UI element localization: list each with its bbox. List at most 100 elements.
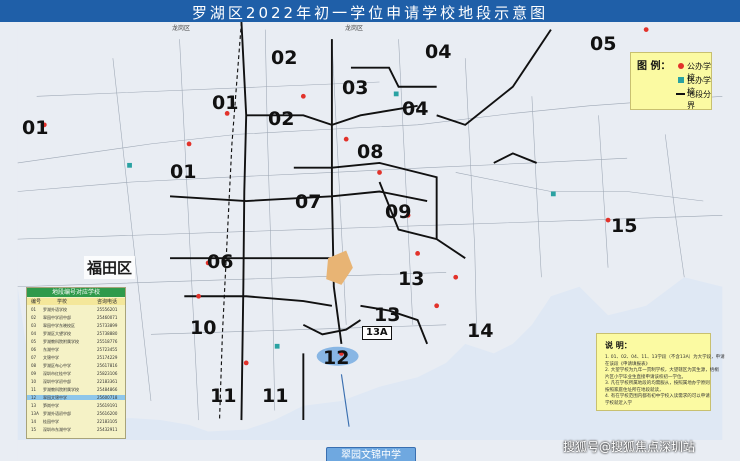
legend-title: 图 例： (637, 61, 671, 72)
table-cell: 罗湖教科院附属学校 (43, 387, 79, 392)
table-row: 12 翠园文锦中学 25600718 (27, 395, 125, 400)
table-cell: 12 (31, 395, 37, 400)
note-line: 2. 大望学校为九年一贯制学校，大望辖区为其生源，梧桐 (605, 368, 719, 373)
table-cell: 翠园中学初中部 (43, 315, 71, 320)
table-cell: 翠园文锦中学 (43, 395, 67, 400)
table-cell: 25616200 (97, 411, 118, 416)
table-cell: 14 (31, 419, 37, 424)
note-line: 3. 凡在学校所属地段的均需服从，按照属地办学原则 (605, 381, 710, 386)
table-row: 08 罗湖区布心中学 25617816 (27, 363, 125, 368)
notes-panel: 说 明： 1. 01、02、04、11、13学段（不含13A）为大学段，申请 在该… (596, 333, 725, 411)
table-cell: 11 (31, 387, 37, 392)
table-row: 13 笋岗中学 25619191 (27, 403, 125, 408)
district-label-13-b: 13 (374, 304, 401, 326)
table-cell: 22183361 (97, 379, 118, 384)
table-cell: 03 (31, 323, 37, 328)
table-cell: 深圳市东湖中学 (43, 427, 71, 432)
table-cell: 罗湖教科院附属学校 (43, 339, 79, 344)
watermark-text: 搜狐号@搜狐焦点深圳站 (563, 440, 696, 454)
table-cell: 罗湖区大望学校 (43, 331, 71, 336)
district-label-14: 14 (467, 320, 494, 342)
district-label-06: 06 (207, 251, 234, 273)
table-cell: 15 (31, 427, 37, 432)
table-cell: 25733899 (97, 323, 118, 328)
table-cell: 25518776 (97, 339, 118, 344)
table-cell: 笋岗中学 (43, 403, 59, 408)
map-page: 罗湖区2022年初一学位申请学校地段示意图 01 01 01 02 02 03 … (0, 0, 740, 461)
district-label-10: 10 (190, 317, 217, 339)
table-cell: 10 (31, 379, 37, 384)
note-line: 学校就近入学 (605, 400, 632, 406)
table-cell: 25823106 (97, 371, 118, 376)
district-label-09: 09 (385, 201, 412, 223)
map-legend: 图 例： 公办学校 民办学校 地段分界 (630, 52, 712, 110)
note-line: 在该段《申请填报表》 (605, 361, 650, 367)
table-cell: 25484866 (97, 387, 118, 392)
district-label-05: 05 (590, 33, 617, 55)
table-cell: 深圳中学初中部 (43, 379, 71, 384)
legend-item-boundary: 地段分界 (676, 89, 711, 111)
table-row: 10 深圳中学初中部 22183361 (27, 379, 125, 384)
table-cell: 02 (31, 315, 37, 320)
table-cell: 罗湖区布心中学 (43, 363, 71, 368)
district-label-01-c: 01 (170, 161, 197, 183)
district-label-01-b: 01 (212, 92, 239, 114)
note-line: 按照家庭住址所在地段就读， (605, 387, 664, 393)
district-label-13a: 13A (362, 326, 392, 340)
district-label-15: 15 (611, 215, 638, 237)
table-row: 03 翠园中学东晓校区 25733899 (27, 323, 125, 328)
highlighted-school-label: 翠园文锦中学 (326, 447, 416, 461)
table-cell: 25619191 (97, 403, 118, 408)
table-title: 地段编号对应学校 (27, 288, 125, 297)
note-line: 片区小学毕业生直接申请该校初一学位。 (605, 374, 686, 380)
table-cell: 22183105 (97, 419, 118, 424)
district-label-11-a: 11 (210, 385, 237, 407)
table-cell: 罗湖外语学校 (43, 307, 67, 312)
table-cell: 25432911 (97, 427, 118, 432)
teal-square-icon (678, 77, 684, 83)
table-cell: 25556201 (97, 307, 118, 312)
table-row: 15 深圳市东湖中学 25432911 (27, 427, 125, 432)
table-row: 09 深圳市红桂中学 25823106 (27, 371, 125, 376)
table-cell: 25174229 (97, 355, 118, 360)
note-line: 1. 01、02、04、11、13学段（不含13A）为大学段，申请 (605, 355, 725, 360)
table-cell: 07 (31, 355, 37, 360)
district-label-07: 07 (295, 191, 322, 213)
district-label-12: 12 (323, 347, 350, 369)
table-cell: 桂园中学 (43, 419, 59, 424)
table-row: 13A 罗湖外语初中部 25616200 (27, 411, 125, 416)
table-cell: 04 (31, 331, 37, 336)
table-cell: 06 (31, 347, 37, 352)
table-cell: 25460071 (97, 315, 118, 320)
table-cell: 翠园中学东晓校区 (43, 323, 75, 328)
black-line-icon (676, 93, 685, 95)
district-label-11-b: 11 (262, 385, 289, 407)
school-table: 地段编号对应学校 编号 学校 咨询电话 01 罗湖外语学校 25556201 02 翠园… (26, 287, 126, 439)
table-row: 06 东湖中学 25723455 (27, 347, 125, 352)
note-line: 4. 有在学校范围内都有初中学校入读需求的可以申请 (605, 394, 710, 399)
table-cell: 09 (31, 371, 37, 376)
table-cell: 25723455 (97, 347, 118, 352)
table-header: 编号 学校 咨询电话 (27, 298, 125, 305)
table-cell: 罗湖外语初中部 (43, 411, 71, 416)
table-cell: 文锦中学 (43, 355, 59, 360)
table-cell: 深圳市红桂中学 (43, 371, 71, 376)
district-label-02-b: 02 (268, 108, 295, 130)
table-row: 07 文锦中学 25174229 (27, 355, 125, 360)
table-row: 04 罗湖区大望学校 25738880 (27, 331, 125, 336)
district-label-08: 08 (357, 141, 384, 163)
table-cell: 东湖中学 (43, 347, 59, 352)
table-row: 14 桂园中学 22183105 (27, 419, 125, 424)
table-cell: 13A (31, 411, 39, 416)
table-row: 01 罗湖外语学校 25556201 (27, 307, 125, 312)
table-row: 05 罗湖教科院附属学校 25518776 (27, 339, 125, 344)
page-title: 罗湖区2022年初一学位申请学校地段示意图 (191, 4, 549, 22)
table-cell: 25617816 (97, 363, 118, 368)
table-row: 02 翠园中学初中部 25460071 (27, 315, 125, 320)
table-cell: 05 (31, 339, 37, 344)
red-dot-icon (678, 63, 684, 69)
district-label-04-b: 04 (402, 98, 429, 120)
district-label-03: 03 (342, 77, 369, 99)
district-label-13-a: 13 (398, 268, 425, 290)
district-label-04-a: 04 (425, 41, 452, 63)
